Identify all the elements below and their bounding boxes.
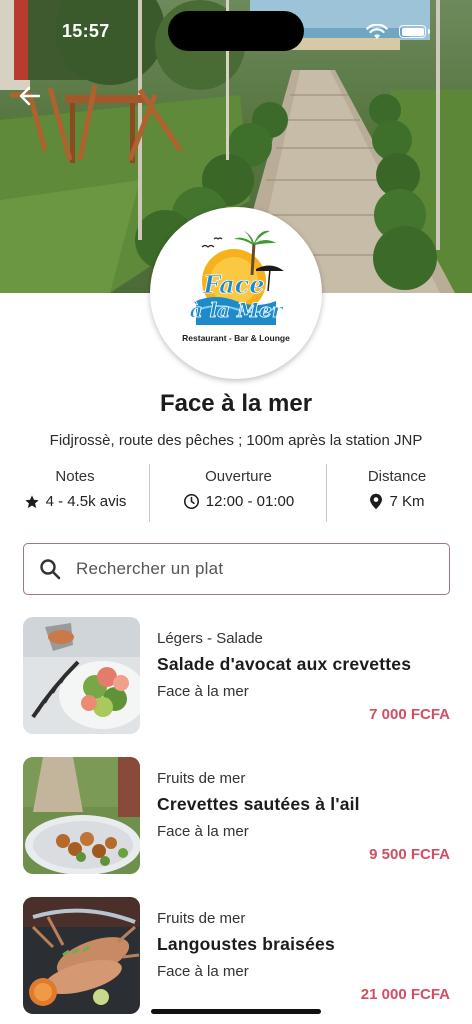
stat-hours-label: Ouverture <box>205 468 272 485</box>
restaurant-name: Face à la mer <box>159 390 313 417</box>
status-bar: 15:57 <box>0 0 472 62</box>
dish-category: Fruits de mer <box>157 910 246 927</box>
stat-distance: Distance 7 Km <box>327 462 467 522</box>
dish-price: 21 000 FCFA <box>360 986 450 1003</box>
stat-hours: Ouverture 12:00 - 01:00 <box>150 462 327 522</box>
svg-text:à la Mer: à la Mer <box>190 298 284 322</box>
battery-icon <box>399 25 430 38</box>
search-box[interactable] <box>23 543 450 595</box>
home-indicator <box>151 1009 321 1014</box>
logo-image: Face à la Mer <box>189 229 284 325</box>
dish-price: 9 500 FCFA <box>369 846 450 863</box>
camera-notch <box>168 11 304 51</box>
svg-text:Face: Face <box>202 270 264 299</box>
dish-price: 7 000 FCFA <box>369 706 450 723</box>
dish-card[interactable]: Légers - Salade Salade d'avocat aux crev… <box>23 617 450 735</box>
dish-restaurant: Face à la mer <box>157 963 249 980</box>
location-pin-icon <box>370 493 383 510</box>
stat-distance-label: Distance <box>367 468 427 485</box>
status-time: 15:57 <box>62 21 110 41</box>
stat-rating-label: Notes <box>55 468 95 485</box>
back-button[interactable] <box>14 80 46 112</box>
star-icon <box>24 494 39 508</box>
dish-photo <box>23 617 140 734</box>
dish-card[interactable]: Fruits de mer Langoustes braisées Face à… <box>23 897 450 1015</box>
search-input[interactable] <box>76 559 416 579</box>
dish-photo-salad <box>23 617 140 734</box>
restaurant-logo: Face à la Mer Restaurant - Bar & Lounge <box>150 207 322 379</box>
dish-name: Salade d'avocat aux crevettes <box>157 654 412 674</box>
stat-rating: Notes 4 - 4.5k avis <box>0 462 150 522</box>
arrow-left-icon <box>19 86 41 106</box>
restaurant-stats: Notes 4 - 4.5k avis Ouverture 12:00 - 01… <box>0 462 472 522</box>
stat-distance-value: 7 Km <box>389 493 425 510</box>
dish-name: Crevettes sautées à l'ail <box>157 794 360 814</box>
logo-tagline: Restaurant - Bar & Lounge <box>182 333 290 343</box>
dish-card[interactable]: Fruits de mer Crevettes sautées à l'ail … <box>23 757 450 875</box>
dish-photo <box>23 897 140 1014</box>
dish-restaurant: Face à la mer <box>157 683 249 700</box>
dish-restaurant: Face à la mer <box>157 823 249 840</box>
dish-photo <box>23 757 140 874</box>
dish-photo-shrimp <box>23 757 140 874</box>
dish-name: Langoustes braisées <box>157 934 335 954</box>
search-icon <box>40 559 61 580</box>
dish-category: Fruits de mer <box>157 770 246 787</box>
restaurant-address: Fidjrossè, route des pêches ; 100m après… <box>49 432 423 449</box>
clock-icon <box>183 493 199 510</box>
wifi-icon <box>366 24 388 39</box>
stat-hours-value: 12:00 - 01:00 <box>205 493 295 510</box>
dish-photo-lobster <box>23 897 140 1014</box>
stat-rating-value: 4 - 4.5k avis <box>45 493 127 510</box>
dish-category: Légers - Salade <box>157 630 263 647</box>
